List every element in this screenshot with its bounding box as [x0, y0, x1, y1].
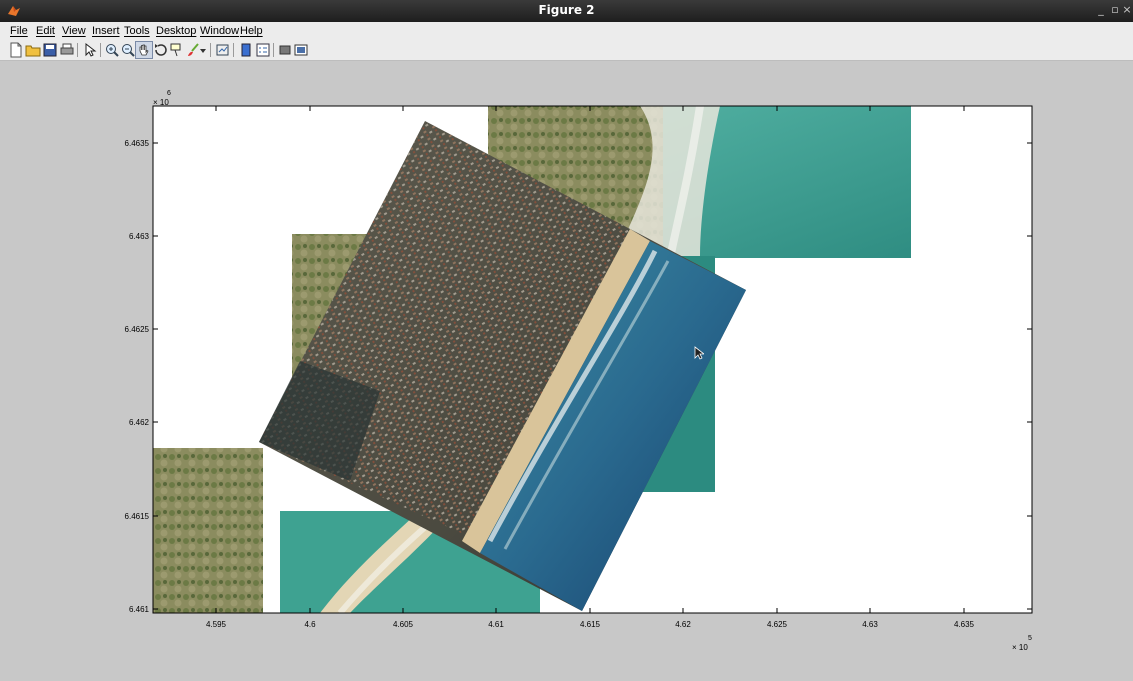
mouse-pointer-icon: [694, 346, 704, 360]
open-file-icon[interactable]: [25, 42, 41, 58]
toolbar-separator: [210, 43, 211, 57]
minimize-button[interactable]: _: [1094, 3, 1108, 17]
menu-bar: File Edit View Insert Tools Desktop Wind…: [0, 22, 1133, 40]
menu-insert[interactable]: Insert: [92, 25, 120, 37]
menu-window[interactable]: Window: [200, 25, 239, 37]
y-tick-label: 6.462: [129, 418, 150, 427]
menu-tools[interactable]: Tools: [124, 25, 150, 37]
x-tick-label: 4.6: [304, 620, 316, 629]
select-arrow-icon[interactable]: [82, 42, 98, 58]
pan-hand-icon[interactable]: [135, 41, 153, 59]
y-tick-label: 6.4615: [125, 512, 150, 521]
x-tick-label: 4.62: [675, 620, 691, 629]
x-exponent-base: × 10: [1012, 643, 1028, 652]
menu-view[interactable]: View: [62, 25, 86, 37]
x-tick-label: 4.61: [488, 620, 504, 629]
brush-dropdown-icon[interactable]: [199, 42, 207, 58]
zoom-out-icon[interactable]: [120, 42, 136, 58]
y-tick-label: 6.461: [129, 605, 150, 614]
y-exponent-power: 6: [167, 90, 171, 97]
close-button[interactable]: ×: [1120, 3, 1133, 17]
figure-toolbar: [0, 40, 1133, 61]
x-tick-label: 4.595: [206, 620, 227, 629]
x-tick-label: 4.615: [580, 620, 601, 629]
figure-canvas[interactable]: 4.595 4.6 4.605 4.61 4.615 4.62 4.625 4.63 4.635…: [0, 61, 1133, 677]
new-figure-icon[interactable]: [8, 42, 24, 58]
x-tick-label: 4.625: [767, 620, 788, 629]
axes-plot[interactable]: 4.595 4.6 4.605 4.61 4.615 4.62 4.625 4.63 4.635…: [0, 61, 1133, 677]
toolbar-separator: [100, 43, 101, 57]
window-title: Figure 2: [538, 3, 595, 17]
data-cursor-icon[interactable]: [169, 42, 185, 58]
zoom-in-icon[interactable]: [104, 42, 120, 58]
toolbar-separator: [233, 43, 234, 57]
x-exponent-power: 5: [1028, 635, 1032, 642]
x-tick-label: 4.605: [393, 620, 414, 629]
menu-desktop[interactable]: Desktop: [156, 25, 196, 37]
insert-legend-icon[interactable]: [255, 42, 271, 58]
menu-file[interactable]: File: [10, 25, 28, 37]
hide-plot-tools-icon[interactable]: [277, 42, 293, 58]
y-tick-label: 6.463: [129, 232, 150, 241]
window-titlebar: Figure 2 _ ▫ ×: [0, 0, 1133, 22]
print-icon[interactable]: [59, 42, 75, 58]
y-tick-label: 6.4625: [125, 325, 150, 334]
menu-edit[interactable]: Edit: [36, 25, 55, 37]
link-plot-icon[interactable]: [215, 42, 231, 58]
y-tick-label: 6.4635: [125, 139, 150, 148]
toolbar-separator: [273, 43, 274, 57]
menu-help[interactable]: Help: [240, 25, 263, 37]
y-exponent-base: × 10: [153, 98, 169, 107]
show-plot-tools-icon[interactable]: [293, 42, 309, 58]
insert-colorbar-icon[interactable]: [238, 42, 254, 58]
save-icon[interactable]: [42, 42, 58, 58]
x-tick-label: 4.635: [954, 620, 975, 629]
rotate-3d-icon[interactable]: [153, 42, 169, 58]
x-tick-label: 4.63: [862, 620, 878, 629]
toolbar-separator: [77, 43, 78, 57]
